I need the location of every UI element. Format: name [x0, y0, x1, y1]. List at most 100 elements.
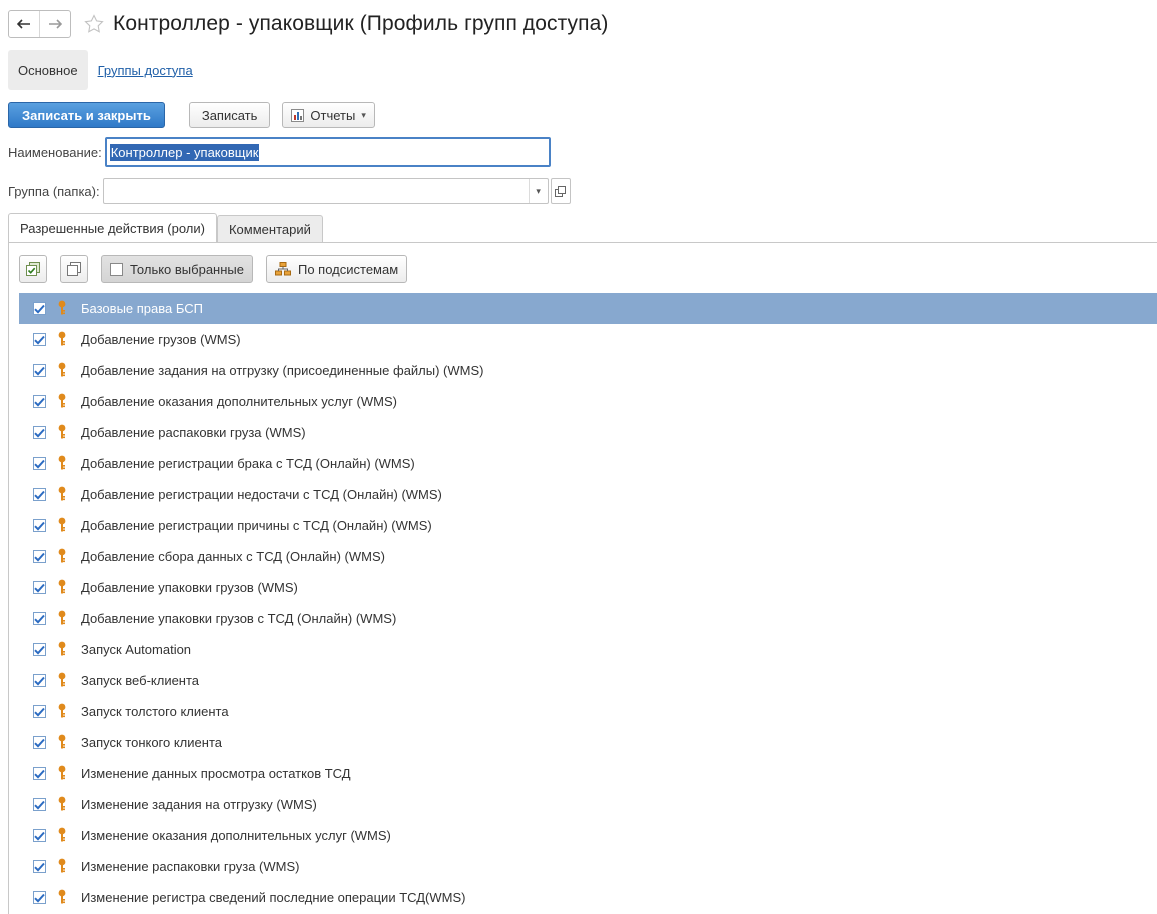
- check-all-icon: [26, 262, 40, 276]
- role-checkbox[interactable]: [33, 798, 46, 811]
- key-icon: [57, 455, 67, 473]
- role-label: Добавление сбора данных с ТСД (Онлайн) (…: [81, 549, 385, 564]
- arrow-right-icon: [49, 19, 62, 29]
- role-row[interactable]: Изменение данных просмотра остатков ТСД: [19, 758, 1157, 789]
- by-subsystems-button[interactable]: По подсистемам: [266, 255, 408, 283]
- role-row[interactable]: Запуск веб-клиента: [19, 665, 1157, 696]
- role-row[interactable]: Изменение регистра сведений последние оп…: [19, 882, 1157, 913]
- role-checkbox[interactable]: [33, 333, 46, 346]
- uncheck-all-button[interactable]: [60, 255, 88, 283]
- role-row[interactable]: Добавление задания на отгрузку (присоеди…: [19, 355, 1157, 386]
- role-checkbox[interactable]: [33, 860, 46, 873]
- role-label: Запуск веб-клиента: [81, 673, 200, 688]
- role-row[interactable]: Базовые права БСП: [19, 293, 1157, 324]
- role-checkbox[interactable]: [33, 488, 46, 501]
- checkmark-icon: [34, 614, 45, 624]
- favorite-button[interactable]: [83, 13, 105, 35]
- role-row[interactable]: Добавление сбора данных с ТСД (Онлайн) (…: [19, 541, 1157, 572]
- section-main[interactable]: Основное: [8, 50, 88, 90]
- role-row[interactable]: Изменение оказания дополнительных услуг …: [19, 820, 1157, 851]
- checkmark-icon: [34, 645, 45, 655]
- checkmark-icon: [34, 490, 45, 500]
- checkmark-icon: [34, 304, 45, 314]
- tab-bar: Разрешенные действия (роли) Комментарий: [8, 213, 323, 243]
- role-checkbox[interactable]: [33, 395, 46, 408]
- checkmark-icon: [34, 552, 45, 562]
- role-checkbox[interactable]: [33, 302, 46, 315]
- save-button[interactable]: Записать: [188, 102, 271, 128]
- role-checkbox[interactable]: [33, 767, 46, 780]
- checkmark-icon: [34, 800, 45, 810]
- tab-comment[interactable]: Комментарий: [216, 215, 323, 243]
- role-checkbox[interactable]: [33, 674, 46, 687]
- open-icon: [555, 185, 567, 197]
- panel-border: [8, 242, 9, 914]
- dropdown-button[interactable]: ▾: [528, 179, 548, 203]
- group-input[interactable]: ▾: [102, 178, 549, 204]
- save-and-close-button[interactable]: Записать и закрыть: [8, 102, 165, 128]
- open-button[interactable]: [550, 178, 571, 204]
- role-label: Изменение данных просмотра остатков ТСД: [81, 766, 351, 781]
- role-row[interactable]: Запуск толстого клиента: [19, 696, 1157, 727]
- report-icon: [291, 108, 305, 122]
- check-all-button[interactable]: [19, 255, 47, 283]
- forward-button[interactable]: [39, 11, 70, 37]
- role-label: Изменение регистра сведений последние оп…: [81, 890, 466, 905]
- role-row[interactable]: Добавление упаковки грузов с ТСД (Онлайн…: [19, 603, 1157, 634]
- role-row[interactable]: Добавление регистрации причины с ТСД (Он…: [19, 510, 1157, 541]
- role-row[interactable]: Изменение распаковки груза (WMS): [19, 851, 1157, 882]
- role-checkbox[interactable]: [33, 519, 46, 532]
- name-field-row: Наименование: Контроллер - упаковщик: [8, 137, 551, 167]
- name-input[interactable]: Контроллер - упаковщик: [104, 137, 551, 167]
- roles-list: Базовые права БСП Добавление грузов (WMS)…: [19, 293, 1157, 913]
- checkmark-icon: [34, 521, 45, 531]
- role-row[interactable]: Добавление оказания дополнительных услуг…: [19, 386, 1157, 417]
- role-row[interactable]: Запуск тонкого клиента: [19, 727, 1157, 758]
- role-row[interactable]: Запуск Automation: [19, 634, 1157, 665]
- role-checkbox[interactable]: [33, 612, 46, 625]
- role-checkbox[interactable]: [33, 829, 46, 842]
- role-label: Добавление грузов (WMS): [81, 332, 241, 347]
- role-label: Изменение оказания дополнительных услуг …: [81, 828, 391, 843]
- key-icon: [57, 889, 67, 907]
- key-icon: [57, 734, 67, 752]
- role-row[interactable]: Добавление распаковки груза (WMS): [19, 417, 1157, 448]
- role-row[interactable]: Добавление регистрации недостачи с ТСД (…: [19, 479, 1157, 510]
- role-checkbox[interactable]: [33, 736, 46, 749]
- role-checkbox[interactable]: [33, 364, 46, 377]
- role-checkbox[interactable]: [33, 891, 46, 904]
- role-label: Добавление оказания дополнительных услуг…: [81, 394, 397, 409]
- role-row[interactable]: Изменение задания на отгрузку (WMS): [19, 789, 1157, 820]
- only-selected-toggle[interactable]: Только выбранные: [101, 255, 253, 283]
- tab-divider: [8, 242, 1157, 243]
- role-checkbox[interactable]: [33, 550, 46, 563]
- key-icon: [57, 300, 67, 318]
- checkmark-icon: [34, 397, 45, 407]
- checkmark-icon: [34, 428, 45, 438]
- role-label: Добавление регистрации брака с ТСД (Онла…: [81, 456, 415, 471]
- group-field-row: Группа (папка): ▾: [8, 178, 571, 204]
- back-button[interactable]: [9, 11, 39, 37]
- uncheck-all-icon: [67, 262, 81, 276]
- key-icon: [57, 610, 67, 628]
- role-label: Добавление упаковки грузов с ТСД (Онлайн…: [81, 611, 397, 626]
- role-label: Изменение задания на отгрузку (WMS): [81, 797, 317, 812]
- role-row[interactable]: Добавление регистрации брака с ТСД (Онла…: [19, 448, 1157, 479]
- role-row[interactable]: Добавление упаковки грузов (WMS): [19, 572, 1157, 603]
- section-access-groups[interactable]: Группы доступа: [88, 50, 203, 90]
- group-label: Группа (папка):: [8, 183, 100, 199]
- chevron-down-icon: ▾: [361, 109, 366, 120]
- role-row[interactable]: Добавление грузов (WMS): [19, 324, 1157, 355]
- role-checkbox[interactable]: [33, 581, 46, 594]
- by-subsystems-label: По подсистемам: [298, 261, 399, 277]
- role-checkbox[interactable]: [33, 426, 46, 439]
- tab-roles[interactable]: Разрешенные действия (роли): [8, 213, 217, 243]
- role-checkbox[interactable]: [33, 457, 46, 470]
- checkmark-icon: [34, 676, 45, 686]
- reports-button[interactable]: Отчеты ▾: [282, 102, 375, 128]
- name-label: Наименование:: [8, 144, 102, 160]
- role-checkbox[interactable]: [33, 643, 46, 656]
- key-icon: [57, 548, 67, 566]
- key-icon: [57, 393, 67, 411]
- role-checkbox[interactable]: [33, 705, 46, 718]
